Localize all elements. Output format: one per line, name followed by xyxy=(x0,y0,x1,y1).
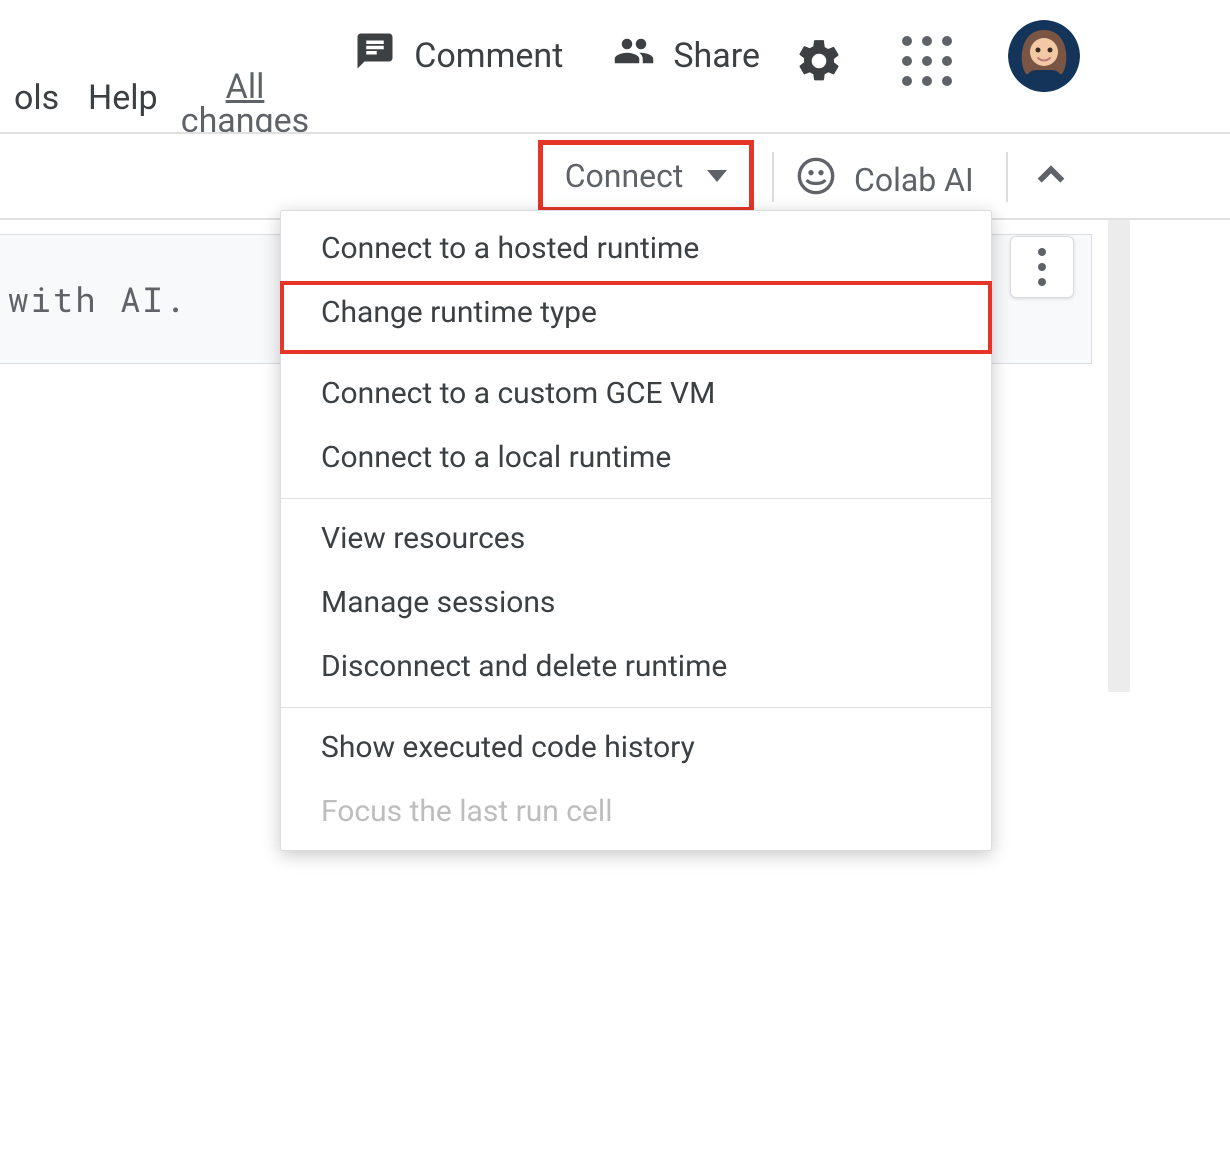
runtime-toolbar: Connect Colab AI xyxy=(0,134,1230,220)
menu-item-focus-last-cell: Focus the last run cell xyxy=(281,780,991,844)
avatar-icon xyxy=(1008,20,1080,92)
connect-dropdown-menu: Connect to a hosted runtime Change runti… xyxy=(280,210,992,851)
comment-label: Comment xyxy=(414,36,563,76)
connect-label: Connect xyxy=(565,157,684,195)
colab-ai-icon xyxy=(796,156,836,204)
caret-down-icon xyxy=(707,170,727,182)
colab-ai-button[interactable]: Colab AI xyxy=(796,156,974,204)
menu-separator xyxy=(281,353,991,354)
top-toolbar: ols Help All changes Comment Share xyxy=(0,0,1230,134)
share-label: Share xyxy=(673,36,760,76)
menu-item-show-code-history[interactable]: Show executed code history xyxy=(281,716,991,780)
menu-item-connect-local[interactable]: Connect to a local runtime xyxy=(281,426,991,490)
menu-item-disconnect-delete[interactable]: Disconnect and delete runtime xyxy=(281,635,991,699)
chevron-up-icon xyxy=(1034,158,1068,196)
account-avatar[interactable] xyxy=(1008,20,1080,92)
settings-button[interactable] xyxy=(794,36,844,86)
menu-item-help[interactable]: Help xyxy=(74,78,172,118)
colab-ai-label: Colab AI xyxy=(854,161,974,199)
topbar-actions: Comment Share xyxy=(354,30,760,81)
menu-item-tools[interactable]: ols xyxy=(0,78,73,118)
menu-item-connect-gce-vm[interactable]: Connect to a custom GCE VM xyxy=(281,362,991,426)
google-apps-button[interactable] xyxy=(902,36,952,86)
scrollbar[interactable] xyxy=(1108,220,1130,692)
more-vert-icon xyxy=(1038,248,1046,256)
gear-icon xyxy=(794,71,844,90)
collapse-button[interactable] xyxy=(1026,152,1076,202)
apps-grid-icon xyxy=(902,36,912,46)
divider xyxy=(772,152,774,202)
share-button[interactable]: Share xyxy=(613,30,760,81)
menu-item-all-changes[interactable]: All changes xyxy=(175,70,315,132)
cell-placeholder-text: with AI. xyxy=(8,277,187,322)
comment-icon xyxy=(354,30,396,81)
menu-separator xyxy=(281,707,991,708)
share-icon xyxy=(613,30,655,81)
cell-overflow-menu-button[interactable] xyxy=(1010,236,1074,298)
menu-separator xyxy=(281,498,991,499)
comment-button[interactable]: Comment xyxy=(354,30,563,81)
connect-button[interactable]: Connect xyxy=(538,140,754,212)
menu-item-connect-hosted[interactable]: Connect to a hosted runtime xyxy=(281,217,991,281)
menu-item-change-runtime-type[interactable]: Change runtime type xyxy=(281,281,991,345)
menu-item-manage-sessions[interactable]: Manage sessions xyxy=(281,571,991,635)
divider xyxy=(1006,152,1008,202)
menu-item-view-resources[interactable]: View resources xyxy=(281,507,991,571)
